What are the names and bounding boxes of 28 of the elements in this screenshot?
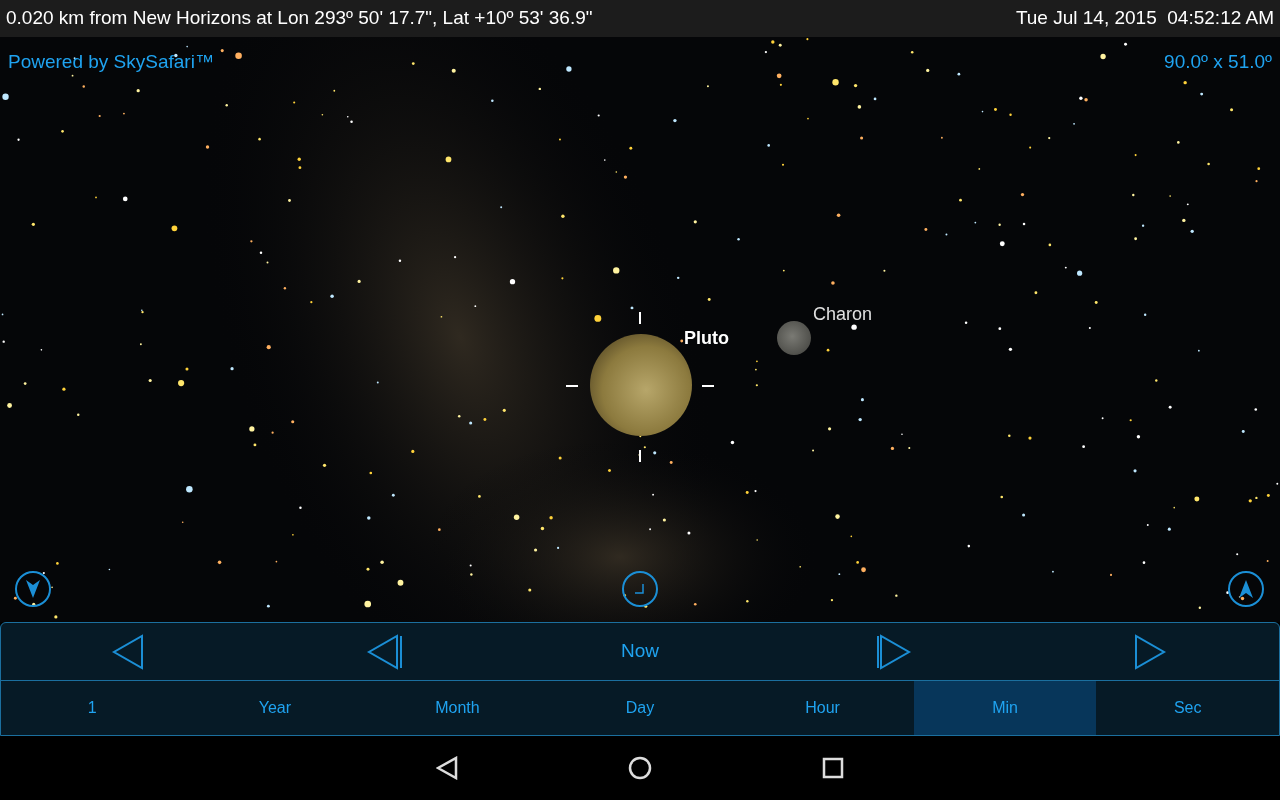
clock-button[interactable] xyxy=(622,571,658,607)
moon-label: Charon xyxy=(813,303,873,326)
credit-text: Powered by SkySafari™ xyxy=(8,50,214,74)
arrow-down-icon xyxy=(26,580,40,598)
recent-square-icon xyxy=(822,757,844,779)
time-step-tab[interactable]: Year xyxy=(183,681,367,735)
home-circle-icon xyxy=(628,756,652,780)
time-step-tab[interactable]: Hour xyxy=(731,681,914,735)
field-of-view-text: 90.0º x 51.0º xyxy=(1164,50,1272,74)
time-step-tab[interactable]: Month xyxy=(366,681,549,735)
back-triangle-icon xyxy=(436,756,458,780)
sky-view[interactable]: Powered by SkySafari™ 90.0º x 51.0º Pluto Charon xyxy=(0,37,1280,622)
compass-up-button[interactable] xyxy=(1228,571,1264,607)
planet-label: Pluto xyxy=(684,327,729,350)
time-step-tab[interactable]: Min xyxy=(913,681,1097,735)
date-time-text: Tue Jul 14, 2015 04:52:12 AM xyxy=(1015,6,1274,31)
arrow-up-icon xyxy=(1239,580,1253,598)
compass-down-button[interactable] xyxy=(15,571,51,607)
back-button[interactable] xyxy=(436,756,458,780)
time-step-tab[interactable]: 1 xyxy=(1,681,184,735)
clock-icon xyxy=(634,583,646,595)
time-step-tab[interactable]: Day xyxy=(548,681,732,735)
time-step-tab[interactable]: Sec xyxy=(1096,681,1279,735)
location-text: 0.020 km from New Horizons at Lon 293º 50' 17.7", Lat +10º 53' 36.9" xyxy=(6,6,593,31)
charon-moon[interactable] xyxy=(777,321,811,355)
recent-apps-button[interactable] xyxy=(822,757,844,779)
now-button[interactable]: Now xyxy=(512,623,768,680)
home-button[interactable] xyxy=(628,756,652,780)
